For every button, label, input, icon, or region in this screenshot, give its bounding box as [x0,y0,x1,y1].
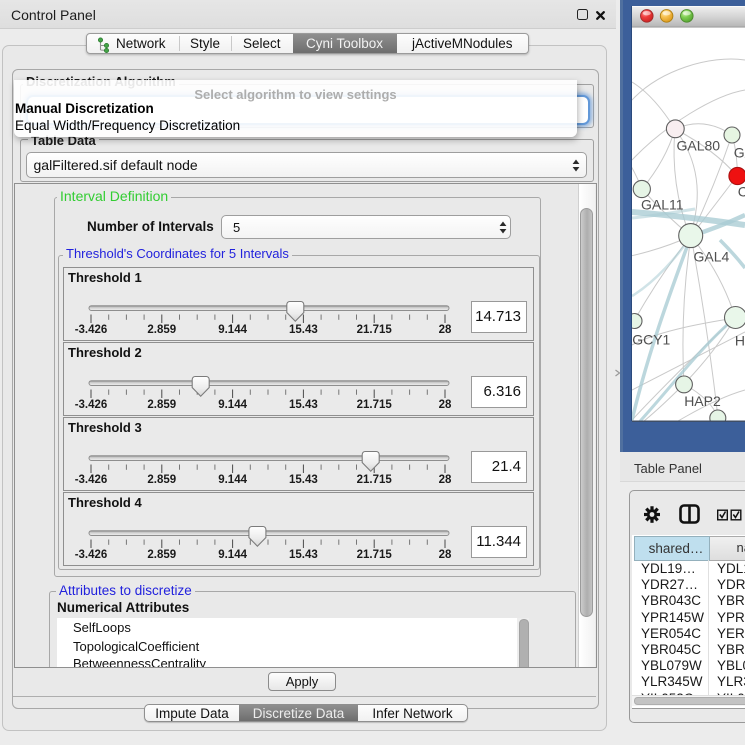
svg-text:15.43: 15.43 [289,474,318,486]
svg-text:H: H [735,333,745,349]
svg-text:GAL11: GAL11 [641,197,684,213]
svg-text:28: 28 [439,474,452,486]
svg-text:2.859: 2.859 [147,549,176,561]
svg-text:HAP2: HAP2 [684,393,721,409]
svg-text:2.859: 2.859 [147,399,176,411]
svg-text:C: C [738,184,745,200]
svg-text:21.715: 21.715 [357,324,393,336]
svg-text:15.43: 15.43 [289,324,318,336]
svg-text:21.715: 21.715 [357,474,393,486]
svg-text:2.859: 2.859 [147,324,176,336]
svg-text:9.144: 9.144 [218,324,247,336]
svg-text:-3.426: -3.426 [75,474,108,486]
svg-text:-3.426: -3.426 [75,549,108,561]
svg-text:GAL80: GAL80 [677,138,721,154]
svg-text:28: 28 [439,399,452,411]
svg-text:28: 28 [439,324,452,336]
svg-text:GCY1: GCY1 [632,332,670,348]
svg-text:21.715: 21.715 [357,549,393,561]
svg-text:21.715: 21.715 [357,399,393,411]
svg-text:2.859: 2.859 [147,474,176,486]
svg-text:9.144: 9.144 [218,474,247,486]
svg-text:-3.426: -3.426 [75,324,108,336]
svg-text:28: 28 [439,549,452,561]
svg-text:9.144: 9.144 [218,549,247,561]
svg-text:-3.426: -3.426 [75,399,108,411]
svg-text:GA: GA [734,145,745,161]
svg-text:15.43: 15.43 [289,399,318,411]
svg-text:GAL4: GAL4 [694,249,730,265]
svg-text:9.144: 9.144 [218,399,247,411]
svg-text:15.43: 15.43 [289,549,318,561]
